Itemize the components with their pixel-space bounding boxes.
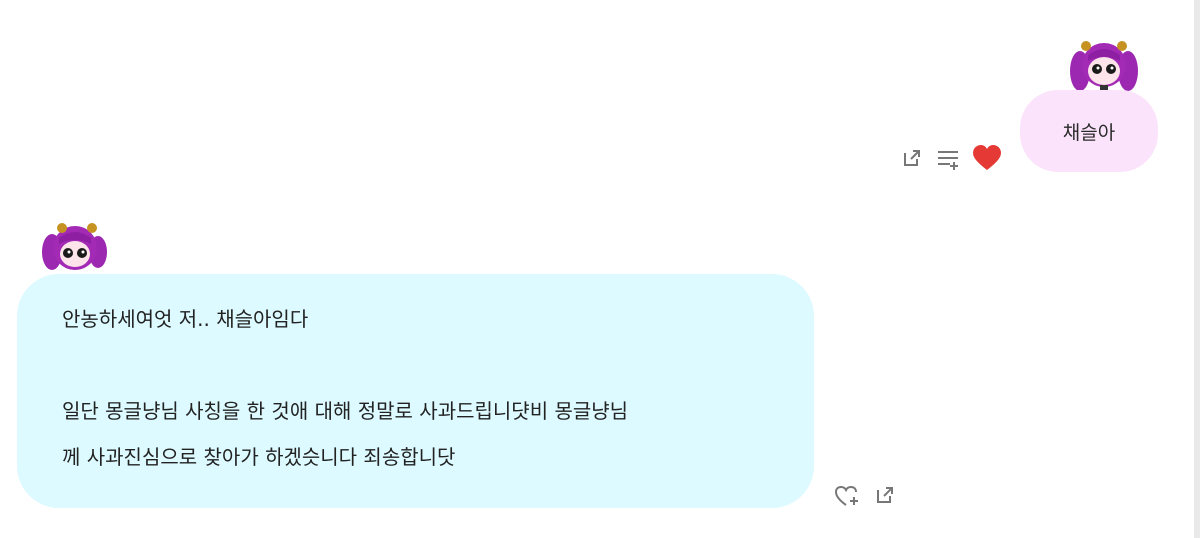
heart-icon [973,145,1001,170]
my-message-bubble[interactable]: 채슬아 [1020,90,1158,172]
other-message-bubble[interactable]: 안농하세여엇 저.. 채슬아임다 일단 몽글냥님 사칭을 한 것애 대해 정말로… [17,274,814,508]
share-icon [904,150,920,166]
purple-haired-girl-avatar-icon [42,223,107,270]
like-outline-icon [834,485,858,506]
message-line: 안농하세여엇 저.. 채슬아임다 [62,307,309,331]
message-line: 일단 몽글냥님 사칭을 한 것애 대해 정말로 사과드립니댯비 몽글냥님 [62,399,629,423]
share-button[interactable] [900,146,924,170]
my-message-text: 채슬아 [1062,121,1116,144]
scrollbar-track[interactable] [1194,0,1200,538]
queue-button[interactable] [936,146,962,172]
queue-icon [938,151,958,170]
heart-button[interactable] [972,144,1002,172]
other-avatar[interactable] [40,218,112,280]
share-button[interactable] [872,482,898,508]
message-line: 께 사과진심으로 찾아가 하겠슷니다 죄송합니닷 [62,445,456,469]
share-icon [877,487,893,503]
like-button[interactable] [834,484,860,508]
